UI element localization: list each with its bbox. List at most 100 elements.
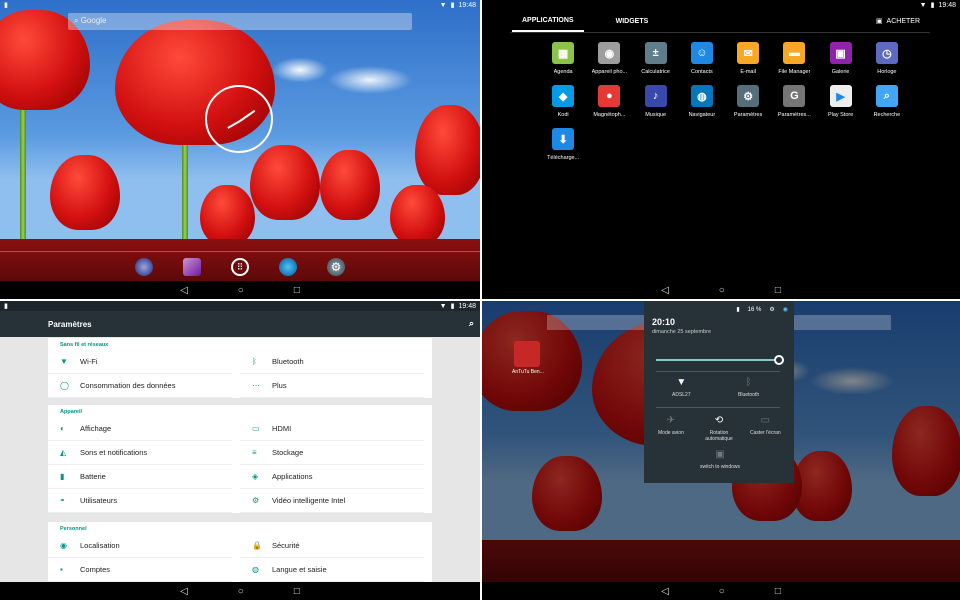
back-icon[interactable]: ◁ <box>661 586 669 597</box>
settings-item[interactable]: ▭ HDMI <box>240 417 424 441</box>
app-icon[interactable]: ☺ Contacts <box>679 42 725 75</box>
app-icon[interactable]: ⌕ Recherche <box>864 85 910 118</box>
buy-label: ACHETER <box>886 17 920 25</box>
app-label: Galerie <box>831 69 850 75</box>
app-glyph-icon: ▶ <box>829 85 852 107</box>
app-icon[interactable]: G Paramètres... <box>771 85 817 118</box>
app-icon[interactable]: ♪ Musique <box>633 85 679 118</box>
cast-screen-tile[interactable]: ▭ Caster l'écran <box>750 415 781 436</box>
app-label: Calculatrice <box>641 69 670 75</box>
settings-item[interactable]: ⋯ Plus <box>240 374 424 398</box>
search-icon[interactable]: ⌕ <box>469 318 474 329</box>
settings-gear-icon[interactable]: ⚙ <box>769 306 774 313</box>
recent-apps-icon[interactable]: □ <box>294 285 300 296</box>
settings-item[interactable]: ◈ Applications <box>240 465 424 489</box>
navigation-bar: ◁ ○ □ <box>0 281 480 299</box>
back-icon[interactable]: ◁ <box>661 285 669 296</box>
app-drawer-icon[interactable]: ⠿ <box>231 257 249 276</box>
app-icon[interactable]: ◷ Horloge <box>864 42 910 75</box>
app-icon[interactable]: ◍ Navigateur <box>679 85 725 118</box>
cast-tile-label: Caster l'écran <box>750 430 781 436</box>
settings-item[interactable]: ▼ Wi-Fi <box>48 350 232 374</box>
store-bag-icon: ▣ <box>875 18 883 25</box>
drawer-tabs: APPLICATIONS WIDGETS ▣ ACHETER <box>482 10 960 32</box>
status-bar: ▮ ▼ ▮ 19:48 <box>0 0 480 10</box>
bluetooth-icon: ᛒ <box>745 377 752 388</box>
app-icon[interactable]: ✉ E-mail <box>725 42 771 75</box>
recent-apps-icon[interactable]: □ <box>294 586 300 597</box>
auto-rotate-tile[interactable]: ⟲ Rotation automatique <box>702 415 736 442</box>
app-icon[interactable]: ● Magnétoph... <box>586 85 632 118</box>
recent-apps-icon[interactable]: □ <box>775 285 781 296</box>
settings-item[interactable]: ≡ Stockage <box>240 441 424 465</box>
status-time: 19:48 <box>938 1 956 9</box>
settings-item[interactable]: ◉ Localisation <box>48 534 232 558</box>
settings-item[interactable]: ⚙ Vidéo intelligente Intel <box>240 489 424 513</box>
app-icon[interactable]: ⚙ Paramètres <box>725 85 771 118</box>
app-icon[interactable]: ± Calculatrice <box>633 42 679 75</box>
tab-applications[interactable]: APPLICATIONS <box>512 11 584 32</box>
analog-clock-widget[interactable] <box>205 85 273 153</box>
settings-item[interactable]: ◯ Consommation des données <box>48 374 232 398</box>
settings-item[interactable]: ◭ Sons et notifications <box>48 441 232 465</box>
home-icon[interactable]: ○ <box>238 586 244 597</box>
browser-app-icon[interactable] <box>279 257 297 276</box>
brightness-knob[interactable] <box>774 355 784 365</box>
app-icon[interactable]: ▦ Agenda <box>540 42 586 75</box>
antutu-app-icon[interactable] <box>514 341 540 367</box>
app-icon[interactable]: ▣ Galerie <box>818 42 864 75</box>
home-icon[interactable]: ○ <box>719 285 725 296</box>
wifi-tile[interactable]: ▼ ADSL27 <box>672 377 691 398</box>
airplane-mode-tile[interactable]: ✈ Mode avion <box>658 415 684 436</box>
wallpaper-tulip <box>415 105 480 195</box>
settings-item[interactable]: ◓ Utilisateurs <box>48 489 232 513</box>
navigation-bar: ◁ ○ □ <box>482 582 960 600</box>
rotate-icon: ⟲ <box>714 415 724 426</box>
settings-item[interactable]: ᛒ Bluetooth <box>240 350 424 374</box>
user-avatar-icon[interactable]: ◉ <box>783 306 788 313</box>
settings-item[interactable]: ▪ Comptes <box>48 558 232 582</box>
navigation-bar: ◁ ○ □ <box>0 582 480 600</box>
app-glyph-icon: ☺ <box>690 42 713 64</box>
app-icon[interactable]: ▬ File Manager <box>771 42 817 75</box>
settings-item-icon: ≡ <box>252 448 257 457</box>
settings-item-icon: ▮ <box>60 472 65 481</box>
search-placeholder: Google <box>80 16 107 25</box>
settings-item[interactable]: ▮ Batterie <box>48 465 232 489</box>
back-icon[interactable]: ◁ <box>180 586 188 597</box>
recent-apps-icon[interactable]: □ <box>775 586 781 597</box>
app-glyph-icon: ⬇ <box>552 128 575 150</box>
settings-item[interactable]: ◍ Langue et saisie <box>240 558 424 582</box>
settings-item[interactable]: ◐ Affichage <box>48 417 232 441</box>
switch-to-windows-tile[interactable]: ▣ switch to windows <box>700 449 740 470</box>
app-glyph-icon: ◆ <box>552 85 575 107</box>
app-icon[interactable]: ▶ Play Store <box>818 85 864 118</box>
notification-icon: ▮ <box>4 303 8 310</box>
app-icon[interactable]: ◆ Kodi <box>540 85 586 118</box>
back-icon[interactable]: ◁ <box>180 285 188 296</box>
antutu-app-label: AnTuTu Ben... <box>512 369 544 375</box>
home-screen: ▮ ▼ ▮ 19:48 ⌕ Google ⠿ ⚙ ◁ ○ □ <box>0 0 480 299</box>
app-icon[interactable]: ◉ Appareil pho... <box>586 42 632 75</box>
settings-item-label: Comptes <box>80 565 111 574</box>
tab-widgets[interactable]: WIDGETS <box>606 12 659 31</box>
home-icon[interactable]: ○ <box>719 586 725 597</box>
app-icon[interactable]: ⬇ Télécharge... <box>540 128 586 161</box>
brightness-slider[interactable] <box>656 355 784 365</box>
home-icon[interactable]: ○ <box>238 285 244 296</box>
gallery-app-icon[interactable] <box>183 257 201 276</box>
section-header: Sans fil et réseaux <box>60 342 109 348</box>
notification-icon: ▮ <box>4 2 8 9</box>
bluetooth-tile[interactable]: ᛒ Bluetooth <box>738 377 759 398</box>
airplane-tile-label: Mode avion <box>658 430 684 436</box>
settings-item[interactable]: 🔒 Sécurité <box>240 534 424 558</box>
settings-section: Sans fil et réseaux ▼ Wi-Fi ᛒ Bluetooth ◯ Cons… <box>48 338 432 398</box>
buy-button[interactable]: ▣ ACHETER <box>875 17 920 26</box>
settings-item-label: Stockage <box>272 448 304 457</box>
music-app-icon[interactable] <box>135 257 153 276</box>
google-search-bar[interactable]: ⌕ Google <box>68 13 412 30</box>
settings-item-label: Applications <box>272 472 313 481</box>
wifi-icon: ▼ <box>439 1 447 9</box>
settings-item-label: Sons et notifications <box>80 448 148 457</box>
settings-app-icon[interactable]: ⚙ <box>327 257 345 276</box>
